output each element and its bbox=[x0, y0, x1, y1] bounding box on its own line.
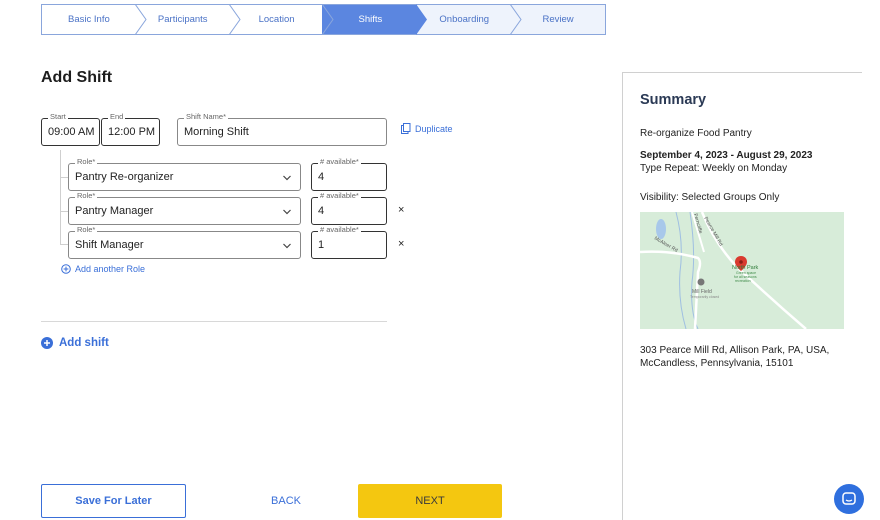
add-role-label: Add another Role bbox=[75, 264, 146, 274]
step-review[interactable]: Review bbox=[511, 5, 605, 34]
map-poi-sublabel: recreation bbox=[735, 279, 751, 283]
map-graphic: McAleer Rd Pearce Mill Rd Ferncliffe Mil… bbox=[640, 212, 844, 329]
step-basic-info[interactable]: Basic Info bbox=[42, 4, 147, 35]
add-shift-label: Add shift bbox=[59, 337, 109, 349]
end-time-value: 12:00 PM bbox=[108, 126, 156, 138]
chevron-down-icon bbox=[283, 209, 291, 215]
shift-name-value: Morning Shift bbox=[184, 126, 249, 138]
chevron-down-icon bbox=[283, 175, 291, 181]
role-select[interactable]: Role* Pantry Manager bbox=[68, 191, 301, 225]
step-label: Basic Info bbox=[68, 14, 110, 25]
progress-stepper: Basic Info Participants Location Shifts … bbox=[41, 4, 606, 35]
remove-role-button[interactable]: × bbox=[398, 238, 404, 250]
shift-name-label: Shift Name* bbox=[184, 112, 229, 122]
available-label: # available* bbox=[318, 157, 361, 167]
step-label: Participants bbox=[157, 14, 208, 25]
remove-role-button[interactable]: × bbox=[398, 204, 404, 216]
available-value: 4 bbox=[318, 171, 325, 183]
save-for-later-button[interactable]: Save For Later bbox=[41, 484, 186, 518]
summary-visibility: Visibility: Selected Groups Only bbox=[640, 192, 780, 203]
duplicate-label: Duplicate bbox=[415, 123, 453, 134]
step-location[interactable]: Location bbox=[229, 4, 335, 35]
end-time-field[interactable]: End 12:00 PM bbox=[101, 112, 160, 146]
role-select[interactable]: Role* Pantry Re-organizer bbox=[68, 157, 301, 191]
available-count-input[interactable]: # available* 1 bbox=[311, 225, 387, 259]
summary-title: Summary bbox=[640, 92, 707, 108]
page: Basic Info Participants Location Shifts … bbox=[0, 0, 880, 520]
available-count-input[interactable]: # available* 4 bbox=[311, 157, 387, 191]
next-button[interactable]: NEXT bbox=[358, 484, 502, 518]
step-separator bbox=[134, 4, 147, 35]
shift-name-input[interactable]: Shift Name* Morning Shift bbox=[177, 112, 387, 146]
summary-panel: Summary Re-organize Food Pantry Septembe… bbox=[622, 72, 862, 520]
page-title: Add Shift bbox=[41, 69, 113, 86]
role-tree-branch bbox=[60, 211, 68, 212]
step-label: Shifts bbox=[358, 14, 383, 25]
map-poi-sublabel: Temporarily closed bbox=[690, 295, 719, 299]
available-label: # available* bbox=[318, 225, 361, 235]
summary-event-name: Re-organize Food Pantry bbox=[640, 128, 752, 139]
available-value: 1 bbox=[318, 239, 325, 251]
chat-icon bbox=[842, 492, 856, 505]
step-separator bbox=[416, 4, 428, 35]
step-participants[interactable]: Participants bbox=[135, 4, 241, 35]
back-button[interactable]: BACK bbox=[256, 484, 316, 518]
add-role-button[interactable]: Add another Role bbox=[61, 264, 145, 274]
start-time-label: Start bbox=[48, 112, 68, 122]
chevron-down-icon bbox=[283, 243, 291, 249]
step-separator bbox=[510, 4, 522, 35]
chat-launcher-button[interactable] bbox=[834, 484, 864, 514]
role-label: Role* bbox=[75, 225, 98, 235]
summary-repeat: Type Repeat: Weekly on Monday bbox=[640, 163, 788, 174]
location-map[interactable]: McAleer Rd Pearce Mill Rd Ferncliffe Mil… bbox=[640, 212, 844, 329]
plus-circle-icon bbox=[61, 264, 71, 274]
end-time-label: End bbox=[108, 112, 126, 122]
add-shift-button[interactable]: Add shift bbox=[41, 337, 109, 349]
role-value: Pantry Re-organizer bbox=[75, 171, 174, 183]
available-count-input[interactable]: # available* 4 bbox=[311, 191, 387, 225]
step-separator bbox=[228, 4, 241, 35]
plus-circle-filled-icon bbox=[41, 337, 53, 349]
step-label: Onboarding bbox=[439, 14, 490, 25]
role-value: Shift Manager bbox=[75, 239, 144, 251]
role-tree-branch bbox=[60, 177, 68, 178]
role-label: Role* bbox=[75, 157, 98, 167]
available-value: 4 bbox=[318, 205, 325, 217]
role-label: Role* bbox=[75, 191, 98, 201]
start-time-field[interactable]: Start 09:00 AM bbox=[41, 112, 100, 146]
step-onboarding[interactable]: Onboarding bbox=[417, 4, 522, 35]
summary-address-line1: 303 Pearce Mill Rd, Allison Park, PA, US… bbox=[640, 345, 830, 356]
role-select[interactable]: Role* Shift Manager bbox=[68, 225, 301, 259]
summary-date-range: September 4, 2023 - August 29, 2023 bbox=[640, 150, 813, 161]
role-value: Pantry Manager bbox=[75, 205, 154, 217]
duplicate-button[interactable]: Duplicate bbox=[401, 123, 453, 134]
copy-icon bbox=[401, 123, 411, 134]
poi-marker bbox=[697, 278, 705, 286]
step-label: Location bbox=[258, 14, 295, 25]
step-separator bbox=[322, 4, 335, 35]
available-label: # available* bbox=[318, 191, 361, 201]
step-label: Review bbox=[542, 14, 574, 25]
start-time-value: 09:00 AM bbox=[48, 126, 95, 138]
divider bbox=[41, 321, 387, 322]
summary-address-line2: McCandless, Pennsylvania, 15101 bbox=[640, 358, 794, 369]
role-tree-branch bbox=[60, 244, 68, 245]
role-tree-line bbox=[60, 150, 61, 244]
step-shifts[interactable]: Shifts bbox=[323, 4, 428, 35]
